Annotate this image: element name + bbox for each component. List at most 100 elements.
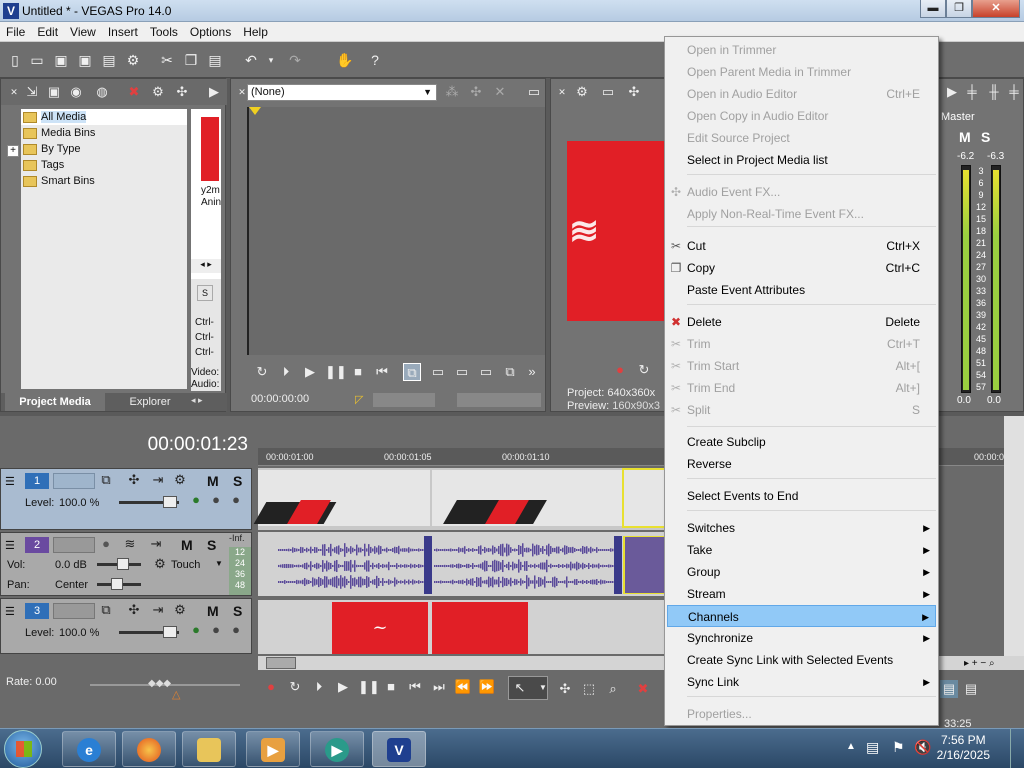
trimmer-mode-icon[interactable]: ▭: [477, 363, 495, 381]
edit-tool-dropdown[interactable]: ↖ ▼: [508, 676, 548, 700]
panel-close-icon[interactable]: ✕: [5, 83, 23, 101]
delete-icon[interactable]: ✖: [634, 680, 652, 698]
track-lane-2[interactable]: [258, 532, 666, 596]
trim-marker-icon[interactable]: ◸: [355, 393, 369, 406]
start-button[interactable]: [4, 730, 42, 768]
level-slider-thumb[interactable]: [163, 496, 177, 508]
volume-slider-thumb[interactable]: [117, 558, 129, 570]
composite-icon[interactable]: ●: [207, 621, 225, 639]
track-name-field[interactable]: [53, 603, 95, 619]
video-event[interactable]: [432, 602, 528, 654]
media-thumbnail[interactable]: [201, 117, 219, 181]
volume-slider[interactable]: [97, 558, 141, 570]
composite-icon[interactable]: ●: [207, 491, 225, 509]
invert-phase-icon[interactable]: ≋: [121, 535, 139, 553]
enable-snapping-icon[interactable]: ✋: [336, 51, 354, 69]
new-project-icon[interactable]: ▯: [6, 51, 24, 69]
preview-properties-icon[interactable]: ⚙: [573, 83, 591, 101]
tab-project-media[interactable]: Project Media: [5, 393, 105, 411]
selected-video-event[interactable]: [622, 468, 666, 528]
compositing-icon[interactable]: ⇥: [149, 601, 167, 619]
get-media-icon[interactable]: ◉: [67, 83, 85, 101]
track-mute-button[interactable]: M: [181, 537, 193, 553]
render-icon[interactable]: ▤: [100, 51, 118, 69]
mixer-icon[interactable]: ╪: [963, 83, 981, 101]
play-icon[interactable]: ▶: [334, 678, 352, 696]
tree-item-tags[interactable]: Tags: [21, 157, 187, 173]
smart-icon[interactable]: S: [197, 285, 213, 301]
menu-item-sync-link[interactable]: Sync Link ▶: [667, 671, 936, 693]
trimmer-mode-icon[interactable]: ▭: [453, 363, 471, 381]
level-slider[interactable]: [119, 626, 179, 638]
web-icon[interactable]: ◍: [93, 83, 111, 101]
audio-waveform[interactable]: [258, 536, 666, 594]
thumb-scroll[interactable]: ◂ ▸: [191, 259, 221, 273]
zoom-controls[interactable]: ▸ + − ⌕: [964, 658, 1022, 672]
tree-item-by-type[interactable]: By Type: [21, 141, 187, 157]
taskbar-file-explorer[interactable]: [182, 731, 236, 767]
pan-slider[interactable]: [97, 578, 141, 590]
selected-audio-event[interactable]: [623, 536, 666, 594]
trimmer-icon[interactable]: ▭: [525, 83, 543, 101]
expand-icon[interactable]: +: [7, 145, 19, 157]
menu-item-select-events-to-end[interactable]: Select Events to End: [667, 485, 936, 507]
track-mute-button[interactable]: M: [207, 603, 219, 619]
touch-mode[interactable]: Touch: [171, 559, 200, 571]
trimmer-mode-icon[interactable]: ⧉: [403, 363, 421, 381]
menu-item-stream[interactable]: Stream ▶: [667, 583, 936, 605]
envelope-tool-icon[interactable]: ✣: [556, 680, 574, 698]
track-motion-icon[interactable]: ⧉: [97, 601, 115, 619]
network-icon[interactable]: ▤: [866, 739, 879, 756]
tree-item-all-media[interactable]: All Media: [21, 109, 187, 125]
track-solo-button[interactable]: S: [233, 603, 242, 619]
menu-item-group[interactable]: Group ▶: [667, 561, 936, 583]
taskbar-firefox[interactable]: [122, 731, 176, 767]
tree-item-smart-bins[interactable]: Smart Bins: [21, 173, 187, 189]
menu-item-paste-event-attributes[interactable]: Paste Event Attributes: [667, 279, 936, 301]
whats-this-help-icon[interactable]: ?: [366, 51, 384, 69]
go-to-end-icon[interactable]: ⏭: [430, 678, 448, 696]
track-fx-icon[interactable]: ✣: [125, 471, 143, 489]
zoom-tool-icon[interactable]: ⌕: [604, 680, 622, 698]
copy-icon[interactable]: ❐: [182, 51, 200, 69]
menu-item-synchronize[interactable]: Synchronize ▶: [667, 627, 936, 649]
next-frame-icon[interactable]: ⏩: [478, 678, 496, 696]
media-fx-icon[interactable]: ✣: [173, 83, 191, 101]
video-event[interactable]: ~: [332, 602, 428, 654]
menu-item-delete[interactable]: ✖ Delete Delete: [667, 311, 936, 333]
undo-dropdown-icon[interactable]: ▾: [262, 51, 280, 69]
more-icon[interactable]: »: [523, 363, 541, 381]
track-header-3[interactable]: ☰ 3 ⧉ ✣ ⇥ ⚙ M S Level: 100.0 % ● ● ●: [0, 598, 252, 654]
show-hidden-icons[interactable]: ▲: [846, 741, 856, 752]
menu-item-cut[interactable]: ✂ Cut Ctrl+X: [667, 235, 936, 257]
capture-icon[interactable]: ▣: [45, 83, 63, 101]
menu-insert[interactable]: Insert: [102, 22, 144, 42]
track-motion-icon[interactable]: ⧉: [97, 471, 115, 489]
chevron-down-icon[interactable]: ▼: [215, 559, 223, 568]
trim-zoom[interactable]: [457, 393, 541, 407]
trimmer-icon[interactable]: ⁂: [443, 83, 461, 101]
tree-item-media-bins[interactable]: Media Bins: [21, 125, 187, 141]
paste-icon[interactable]: ▤: [206, 51, 224, 69]
play-preview-icon[interactable]: ▶: [205, 83, 223, 101]
panel-close-icon[interactable]: ✕: [553, 83, 571, 101]
pause-icon[interactable]: ❚❚: [325, 363, 347, 381]
pause-icon[interactable]: ❚❚: [358, 678, 380, 696]
composite-icon[interactable]: ●: [227, 491, 245, 509]
track-lane-3[interactable]: ~: [258, 600, 666, 654]
trimmer-icon[interactable]: ✣: [467, 83, 485, 101]
menu-item-copy[interactable]: ❐ Copy Ctrl+C: [667, 257, 936, 279]
play-from-start-icon[interactable]: ⏵: [277, 363, 295, 381]
play-from-start-icon[interactable]: ⏵: [310, 678, 328, 696]
go-to-start-icon[interactable]: ⏮: [406, 678, 424, 696]
track-minimize-icon[interactable]: ☰: [5, 475, 15, 488]
menu-item-switches[interactable]: Switches ▶: [667, 517, 936, 539]
save-as-icon[interactable]: ▣: [76, 51, 94, 69]
open-icon[interactable]: ▭: [28, 51, 46, 69]
track-name-field[interactable]: [53, 537, 95, 553]
mixer-icon[interactable]: ╫: [985, 83, 1003, 101]
action-center-icon[interactable]: ⚑: [892, 739, 905, 756]
tab-explorer[interactable]: Explorer: [113, 393, 187, 411]
menu-edit[interactable]: Edit: [31, 22, 64, 42]
stop-icon[interactable]: ■: [382, 678, 400, 696]
